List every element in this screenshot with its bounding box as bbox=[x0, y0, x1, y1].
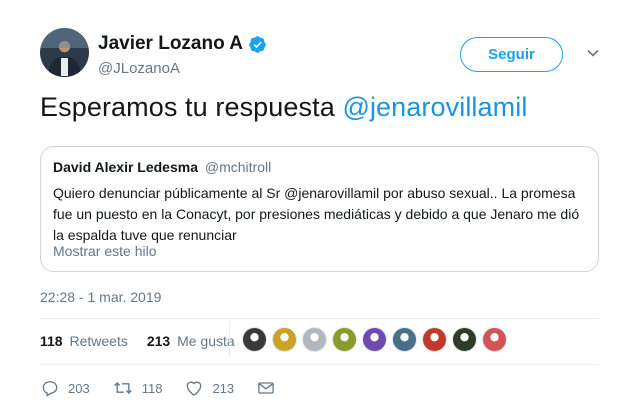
quoted-author-name: David Alexir Ledesma bbox=[53, 159, 198, 175]
liker-avatar-9[interactable] bbox=[482, 327, 507, 352]
liker-avatar-1[interactable] bbox=[242, 327, 267, 352]
chevron-down-icon[interactable] bbox=[586, 46, 600, 60]
like-count: 213 bbox=[212, 380, 235, 396]
stats-separator bbox=[229, 322, 230, 357]
divider bbox=[40, 364, 599, 365]
reply-icon bbox=[42, 381, 58, 397]
retweets-stat[interactable]: 118 Retweets bbox=[40, 333, 131, 349]
like-button[interactable]: 213 bbox=[184, 378, 234, 398]
tweet-actions: 203 118 213 bbox=[40, 377, 306, 399]
retweet-icon bbox=[113, 382, 132, 394]
liker-avatar-5[interactable] bbox=[362, 327, 387, 352]
tweet-body: Esperamos tu respuesta bbox=[40, 92, 343, 122]
reply-button[interactable]: 203 bbox=[40, 378, 90, 398]
likes-label: Me gusta bbox=[177, 333, 235, 349]
tweet-header: Javier Lozano A @JLozanoA Seguir bbox=[40, 28, 620, 84]
retweet-button[interactable]: 118 bbox=[112, 378, 163, 398]
quoted-tweet[interactable]: David Alexir Ledesma @mchitroll Quiero d… bbox=[40, 146, 599, 272]
liker-avatar-2[interactable] bbox=[272, 327, 297, 352]
verified-badge-icon bbox=[249, 35, 266, 53]
liker-avatar-8[interactable] bbox=[452, 327, 477, 352]
liker-avatar-3[interactable] bbox=[302, 327, 327, 352]
reply-count: 203 bbox=[68, 380, 90, 396]
author-info[interactable]: Javier Lozano A @JLozanoA bbox=[98, 33, 267, 77]
tweet-mention-link[interactable]: @jenarovillamil bbox=[342, 92, 527, 122]
retweets-label: Retweets bbox=[69, 333, 128, 349]
author-handle[interactable]: @JLozanoA bbox=[98, 60, 267, 77]
likes-stat[interactable]: 213 Me gusta bbox=[147, 333, 238, 349]
author-display-name[interactable]: Javier Lozano A bbox=[98, 33, 243, 55]
quoted-author-handle: @mchitroll bbox=[204, 159, 272, 175]
quoted-tweet-text: Quiero denunciar públicamente al Sr @jen… bbox=[53, 185, 580, 243]
follow-button[interactable]: Seguir bbox=[460, 37, 563, 72]
likes-count: 213 bbox=[146, 333, 171, 349]
author-avatar[interactable] bbox=[40, 28, 89, 77]
likers-avatar-list bbox=[242, 327, 512, 352]
divider bbox=[40, 318, 599, 319]
retweet-count: 118 bbox=[141, 380, 163, 396]
direct-message-button[interactable] bbox=[256, 378, 284, 398]
liker-avatar-7[interactable] bbox=[422, 327, 447, 352]
envelope-icon bbox=[258, 382, 274, 394]
tweet-timestamp[interactable]: 22:28 - 1 mar. 2019 bbox=[40, 289, 161, 305]
liker-avatar-4[interactable] bbox=[332, 327, 357, 352]
tweet-stats: 118 Retweets 213 Me gusta bbox=[40, 333, 241, 349]
tweet-text: Esperamos tu respuesta @jenarovillamil bbox=[40, 92, 527, 123]
show-thread-link[interactable]: Mostrar este hilo bbox=[53, 243, 156, 259]
liker-avatar-6[interactable] bbox=[392, 327, 417, 352]
retweets-count: 118 bbox=[40, 333, 63, 349]
heart-icon bbox=[187, 381, 202, 396]
quoted-tweet-header: David Alexir Ledesma @mchitroll bbox=[53, 159, 271, 175]
